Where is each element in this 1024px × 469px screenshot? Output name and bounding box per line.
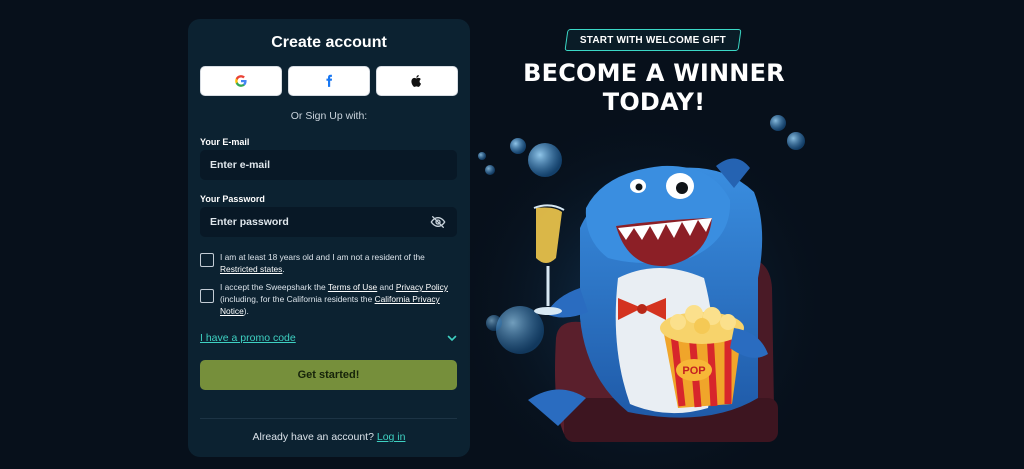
welcome-gift-text: START WITH WELCOME GIFT: [579, 34, 727, 46]
get-started-button[interactable]: Get started!: [200, 360, 457, 390]
google-icon: [235, 75, 247, 87]
age-confirmation-text: I am at least 18 years old and I am not …: [220, 251, 425, 275]
login-link[interactable]: Log in: [377, 431, 406, 443]
password-input[interactable]: [200, 207, 457, 237]
facebook-signup-button[interactable]: [288, 66, 370, 96]
terms-text-3: (including, for the California residents…: [220, 294, 373, 304]
terms-suffix: ).: [243, 306, 249, 316]
age-suffix: .: [282, 264, 285, 274]
terms-of-use-link[interactable]: Terms of Use: [328, 282, 377, 292]
or-signup-label: Or Sign Up with:: [290, 110, 368, 122]
facebook-icon: [326, 74, 333, 87]
chevron-down-icon[interactable]: [447, 333, 457, 343]
password-field-wrapper: [200, 207, 457, 237]
age-confirmation-row: I am at least 18 years old and I am not …: [200, 251, 462, 275]
password-label: Your Password: [200, 194, 265, 204]
popcorn-label: POP: [682, 365, 705, 377]
email-input[interactable]: [200, 150, 457, 180]
promo-code-link[interactable]: I have a promo code: [200, 332, 296, 344]
terms-checkbox[interactable]: [200, 289, 214, 303]
signup-card: Create account Or Sign Up with: Your E-m…: [188, 19, 470, 457]
login-prompt-row: Already have an account? Log in: [188, 431, 470, 443]
eye-slash-icon[interactable]: [430, 214, 446, 230]
login-prompt-text: Already have an account?: [252, 431, 374, 443]
welcome-gift-badge: START WITH WELCOME GIFT: [564, 29, 742, 51]
email-label: Your E-mail: [200, 137, 250, 147]
terms-confirmation-text: I accept the Sweepshark the Terms of Use…: [220, 281, 462, 317]
restricted-states-link[interactable]: Restricted states: [220, 264, 282, 274]
page-title: Create account: [271, 34, 387, 51]
terms-confirmation-row: I accept the Sweepshark the Terms of Use…: [200, 281, 462, 317]
divider: [200, 418, 457, 419]
age-checkbox[interactable]: [200, 253, 214, 267]
age-text: I am at least 18 years old and I am not …: [220, 252, 425, 262]
privacy-policy-link[interactable]: Privacy Policy: [396, 282, 448, 292]
terms-text-1: I accept the Sweepshark the: [220, 282, 326, 292]
google-signup-button[interactable]: [200, 66, 282, 96]
apple-signup-button[interactable]: [376, 66, 458, 96]
email-field-wrapper: [200, 150, 457, 180]
shark-mascot-illustration: POP: [468, 108, 820, 469]
apple-icon: [411, 74, 422, 87]
headline-line-1: BECOME A WINNER: [523, 59, 785, 87]
terms-text-2: and: [379, 282, 394, 292]
promo-code-toggle[interactable]: I have a promo code: [200, 332, 457, 344]
